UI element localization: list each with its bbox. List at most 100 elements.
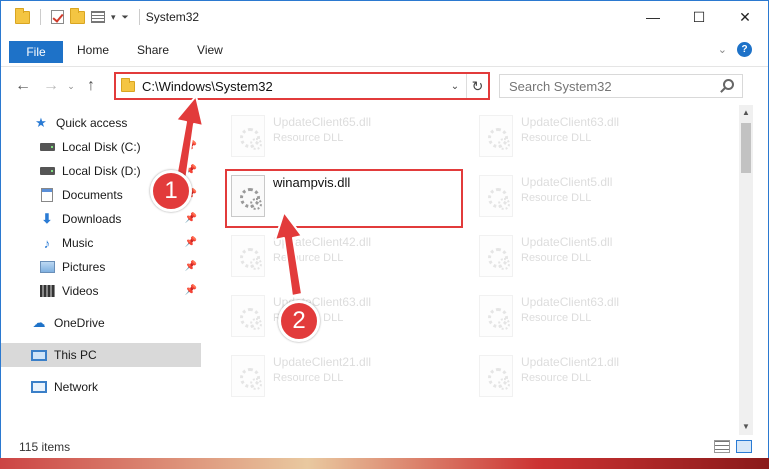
- folder-icon[interactable]: [15, 7, 30, 24]
- dll-file-icon: [479, 355, 513, 397]
- folder-icon: [121, 77, 135, 92]
- maximize-button[interactable]: ☐: [676, 1, 722, 33]
- help-icon[interactable]: ?: [737, 42, 752, 57]
- recent-locations-icon[interactable]: ⌄: [65, 81, 77, 92]
- search-icon[interactable]: [723, 79, 734, 90]
- search-box[interactable]: [499, 74, 743, 98]
- sidebar-item-onedrive[interactable]: ☁ OneDrive: [1, 311, 201, 335]
- tab-share[interactable]: Share: [123, 33, 183, 66]
- back-button[interactable]: ←: [9, 72, 37, 100]
- title-bar: ▾ ⏷ System32 — ☐ ✕: [1, 1, 768, 33]
- sidebar-item-pictures[interactable]: Pictures 📌: [1, 255, 201, 279]
- sidebar-item-label: OneDrive: [54, 316, 105, 330]
- dll-file-icon: [231, 235, 265, 277]
- file-tile[interactable]: UpdateClient63.dllResource DLL: [225, 289, 461, 345]
- pin-icon[interactable]: 📌: [185, 141, 197, 152]
- sidebar-item-label: Music: [62, 236, 94, 250]
- scroll-down-icon[interactable]: ▼: [739, 419, 753, 435]
- refresh-button[interactable]: ↻: [466, 74, 488, 98]
- file-type: Resource DLL: [521, 192, 592, 204]
- expand-ribbon-icon[interactable]: ⌄: [718, 43, 727, 56]
- tab-home[interactable]: Home: [63, 33, 123, 66]
- dll-file-icon: [479, 175, 513, 217]
- tiles-view-icon[interactable]: [736, 440, 752, 453]
- properties-check-icon[interactable]: [51, 10, 64, 24]
- pin-icon[interactable]: 📌: [185, 285, 197, 296]
- sidebar-item-videos[interactable]: Videos 📌: [1, 279, 201, 303]
- disk-icon: [39, 143, 55, 151]
- dll-file-icon: [231, 295, 265, 337]
- file-type: Resource DLL: [273, 132, 344, 144]
- sidebar-item-this-pc[interactable]: This PC: [1, 343, 201, 367]
- file-explorer-window: ▾ ⏷ System32 — ☐ ✕ File Home Share View …: [0, 0, 769, 469]
- sidebar-item-label: Documents: [62, 188, 123, 202]
- file-tile[interactable]: UpdateClient65.dll Resource DLL: [225, 109, 461, 165]
- address-path[interactable]: C:\Windows\System32: [142, 79, 444, 94]
- close-button[interactable]: ✕: [722, 1, 768, 33]
- desktop-background: [0, 458, 769, 469]
- sidebar-item-label: Videos: [62, 284, 99, 298]
- sidebar-item-label: Local Disk (D:): [62, 164, 141, 178]
- file-name: UpdateClient21.dll: [521, 355, 620, 369]
- sidebar-item-label: Pictures: [62, 260, 106, 274]
- file-tile[interactable]: UpdateClient5.dll Resource DLL: [473, 169, 709, 225]
- sidebar-item-network[interactable]: Network: [1, 375, 201, 399]
- chevron-down-icon[interactable]: ⌄: [444, 81, 466, 92]
- window-title: System32: [145, 10, 200, 24]
- dll-file-icon: [231, 355, 265, 397]
- file-type: Resource DLL: [521, 132, 592, 144]
- file-tile[interactable]: UpdateClient5.dll Resource DLL: [473, 229, 709, 285]
- scroll-thumb[interactable]: [741, 123, 751, 173]
- file-tile[interactable]: UpdateClient21.dll Resource DLL: [473, 349, 709, 405]
- minimize-button[interactable]: —: [630, 1, 676, 33]
- navigation-bar: ← → ⌄ ↑ C:\Windows\System32 ⌄ ↻: [1, 67, 768, 105]
- search-input[interactable]: [509, 78, 709, 94]
- view-buttons: [714, 440, 752, 453]
- dll-file-icon: [479, 295, 513, 337]
- ribbon-right: ⌄ ?: [718, 33, 768, 66]
- file-type: Resource DLL: [521, 312, 592, 324]
- status-bar: 115 items: [1, 435, 768, 459]
- dll-file-icon: [231, 115, 265, 157]
- ribbon-tabs: File Home Share View ⌄ ?: [1, 33, 768, 67]
- dll-file-icon: [479, 115, 513, 157]
- pin-icon[interactable]: 📌: [185, 165, 197, 176]
- forward-button[interactable]: →: [37, 72, 65, 100]
- disk-icon: [39, 167, 55, 175]
- tab-view[interactable]: View: [183, 33, 237, 66]
- pin-icon[interactable]: 📌: [185, 261, 197, 272]
- properties-icon[interactable]: [91, 11, 105, 23]
- sidebar-item-local-disk-c[interactable]: Local Disk (C:) 📌: [1, 135, 201, 159]
- address-bar[interactable]: C:\Windows\System32 ⌄ ↻: [114, 72, 490, 100]
- sidebar-item-music[interactable]: ♪ Music 📌: [1, 231, 201, 255]
- pin-icon[interactable]: 📌: [185, 237, 197, 248]
- sidebar-item-label: Network: [54, 380, 99, 394]
- file-list: UpdateClient65.dll Resource DLL UpdateCli…: [211, 105, 739, 435]
- pc-icon: [31, 349, 47, 361]
- file-highlight-box: [225, 169, 463, 228]
- file-name: UpdateClient42.dll: [273, 235, 372, 249]
- chevron-down-icon[interactable]: ▾: [111, 12, 116, 23]
- file-tile[interactable]: UpdateClient21.dll Resource DLL: [225, 349, 461, 405]
- pin-icon[interactable]: 📌: [185, 213, 197, 224]
- vertical-scrollbar[interactable]: ▲ ▼: [739, 105, 753, 435]
- scroll-up-icon[interactable]: ▲: [739, 105, 753, 121]
- item-count: 115 items: [19, 440, 71, 454]
- file-tile[interactable]: UpdateClient42.dll Resource DLL: [225, 229, 461, 285]
- onedrive-icon: ☁: [32, 315, 46, 330]
- details-view-icon[interactable]: [714, 440, 730, 453]
- file-type: Resource DLL: [521, 372, 592, 384]
- file-tile[interactable]: UpdateClient63.dll Resource DLL: [473, 289, 709, 345]
- sidebar-item-label: Quick access: [56, 116, 128, 130]
- file-type: Resource DLL: [273, 372, 344, 384]
- customize-toolbar-icon[interactable]: ⏷: [122, 12, 129, 23]
- up-button[interactable]: ↑: [77, 72, 105, 100]
- tab-file[interactable]: File: [9, 41, 63, 63]
- file-name: UpdateClient63.dll: [521, 295, 620, 309]
- documents-icon: [41, 188, 53, 202]
- sidebar-item-quick-access[interactable]: ★ Quick access: [1, 111, 201, 135]
- file-tile[interactable]: UpdateClient63.dllResource DLL: [473, 109, 709, 165]
- new-folder-icon[interactable]: [70, 7, 85, 24]
- file-name: UpdateClient65.dll: [273, 115, 372, 129]
- navigation-pane: ★ Quick access Local Disk (C:) 📌 Local D…: [1, 105, 211, 435]
